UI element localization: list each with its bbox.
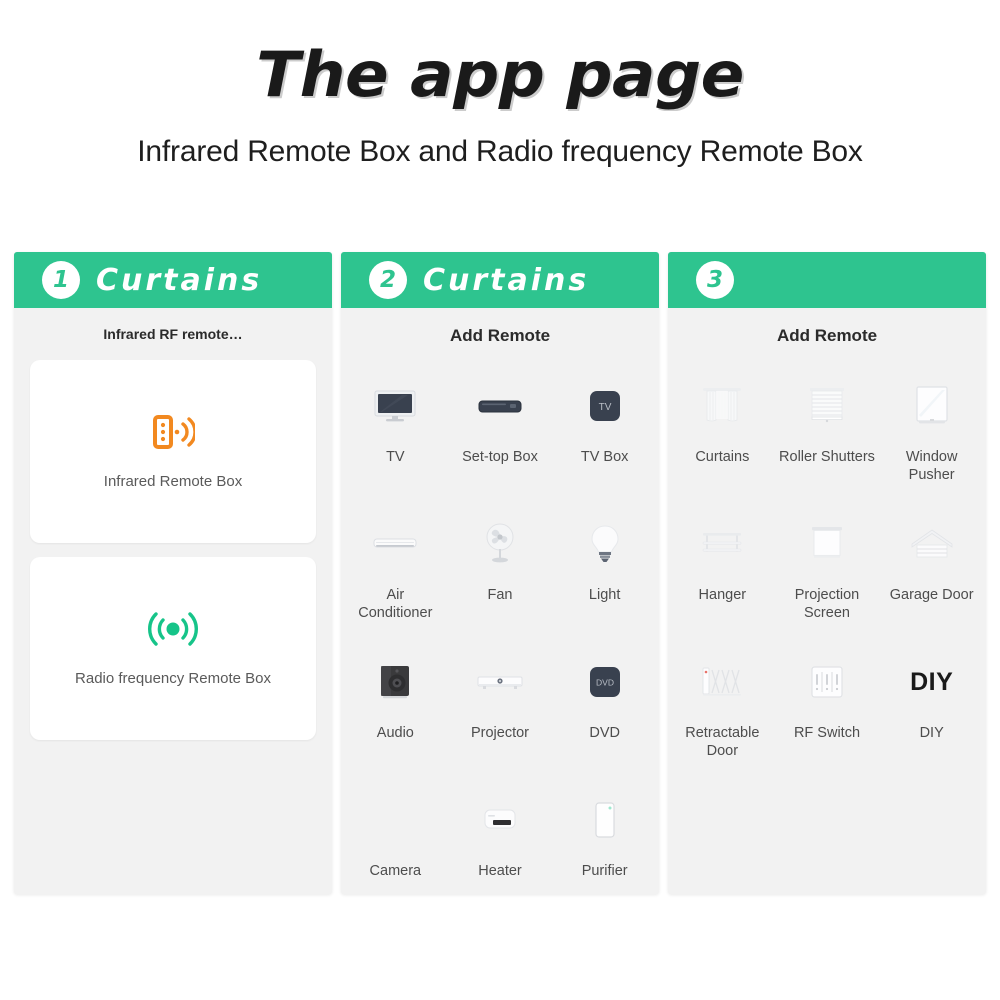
tv-box-icon: TV	[588, 378, 622, 434]
panel-3-heading: Add Remote	[776, 326, 878, 345]
device-cell-tv-box[interactable]: TV TV Box	[552, 360, 657, 498]
audio-speaker-icon	[378, 654, 412, 710]
device-label-projection-screen: Projection Screen	[794, 587, 860, 622]
device-label-rf-switch: RF Switch	[793, 725, 861, 741]
device-cell-audio[interactable]: Audio	[343, 636, 448, 774]
svg-text:TV: TV	[598, 402, 611, 413]
window-pusher-icon	[914, 378, 950, 434]
light-bulb-icon	[589, 516, 621, 572]
device-label-fan: Fan	[487, 587, 513, 603]
panel-2-banner-label: Curtains	[423, 262, 590, 298]
dvd-icon: DVD	[588, 654, 622, 710]
infrared-remote-box-card[interactable]: Infrared Remote Box	[30, 360, 316, 543]
device-cell-light[interactable]: Light	[552, 498, 657, 636]
radio-frequency-icon	[147, 610, 199, 648]
device-label-retractable-door: Retractable Door	[685, 725, 760, 760]
device-label-set-top-box: Set-top Box	[462, 449, 538, 465]
device-cell-diy[interactable]: DIY DIY	[879, 636, 984, 774]
diy-icon: DIY	[910, 654, 953, 710]
device-cell-projector[interactable]: Projector	[448, 636, 553, 774]
panel-3-step-number: 3	[696, 261, 734, 299]
device-cell-camera[interactable]: Camera	[343, 774, 448, 894]
panel-2: 2 Curtains Add Remote TV Set-top Box TV …	[341, 252, 659, 894]
device-label-tv-box: TV Box	[580, 449, 629, 465]
infrared-remote-box-label: Infrared Remote Box	[103, 473, 243, 490]
panel-2-banner: 2 Curtains	[341, 252, 659, 308]
air-conditioner-icon	[371, 516, 419, 572]
device-label-heater: Heater	[478, 863, 522, 879]
set-top-box-icon	[476, 378, 524, 434]
projector-icon	[475, 654, 525, 710]
panel-1-card-list: Infrared Remote Box Radio frequency Remo…	[14, 352, 332, 894]
device-label-curtains: Curtains	[695, 449, 750, 465]
device-cell-roller-shutters[interactable]: Roller Shutters	[775, 360, 880, 498]
device-cell-air-conditioner[interactable]: Air Conditioner	[343, 498, 448, 636]
panel-1-banner: 1 Curtains	[14, 252, 332, 308]
device-label-purifier: Purifier	[581, 863, 628, 879]
rf-switch-icon	[810, 654, 844, 710]
page-title: The app page	[256, 38, 744, 111]
device-cell-curtains[interactable]: Curtains	[670, 360, 775, 498]
panel-3-device-grid: Curtains Roller Shutters Window Pusher H…	[668, 356, 986, 894]
panel-2-step-number: 2	[369, 261, 407, 299]
device-cell-purifier[interactable]: Purifier	[552, 774, 657, 894]
panel-1-step-number: 1	[42, 261, 80, 299]
device-cell-hanger[interactable]: Hanger	[670, 498, 775, 636]
device-label-audio: Audio	[376, 725, 414, 741]
device-cell-garage-door[interactable]: Garage Door	[879, 498, 984, 636]
device-label-diy: DIY	[919, 725, 944, 741]
device-cell-dvd[interactable]: DVD DVD	[552, 636, 657, 774]
infrared-remote-icon	[151, 413, 195, 451]
device-label-dvd: DVD	[589, 725, 620, 741]
radio-frequency-remote-box-label: Radio frequency Remote Box	[75, 670, 271, 687]
device-label-camera: Camera	[369, 863, 422, 879]
heater-icon	[483, 792, 517, 848]
device-cell-retractable-door[interactable]: Retractable Door	[670, 636, 775, 774]
screenshot-panels: 1 Curtains Infrared RF remote… Infrared …	[14, 252, 986, 894]
panel-1-heading: Infrared RF remote…	[103, 326, 243, 342]
device-label-window-pusher: Window Pusher	[905, 449, 958, 484]
device-cell-heater[interactable]: Heater	[448, 774, 553, 894]
diy-icon-text: DIY	[910, 667, 954, 696]
panel-2-device-grid: TV Set-top Box TV TV Box Air Conditioner…	[341, 356, 659, 894]
fan-icon	[481, 516, 519, 572]
panel-1-banner-label: Curtains	[96, 262, 263, 298]
device-cell-fan[interactable]: Fan	[448, 498, 553, 636]
device-label-roller-shutters: Roller Shutters	[779, 449, 875, 465]
device-cell-projection-screen[interactable]: Projection Screen	[775, 498, 880, 636]
hanger-icon	[699, 516, 745, 572]
device-cell-tv[interactable]: TV	[343, 360, 448, 498]
panel-2-heading: Add Remote	[449, 326, 551, 345]
device-label-projector: Projector	[470, 725, 529, 741]
radio-frequency-remote-box-card[interactable]: Radio frequency Remote Box	[30, 557, 316, 740]
purifier-icon	[592, 792, 618, 848]
device-label-tv: TV	[386, 449, 405, 465]
device-cell-rf-switch[interactable]: RF Switch	[775, 636, 880, 774]
device-cell-set-top-box[interactable]: Set-top Box	[448, 360, 553, 498]
curtains-icon	[701, 378, 743, 434]
svg-text:DVD: DVD	[596, 678, 614, 688]
panel-3: 3 Add Remote Curtains Roller Shutters Wi…	[668, 252, 986, 894]
panel-3-banner: 3	[668, 252, 986, 308]
retractable-door-icon	[699, 654, 745, 710]
projection-screen-icon	[810, 516, 844, 572]
panel-1: 1 Curtains Infrared RF remote… Infrared …	[14, 252, 332, 894]
tv-icon	[372, 378, 418, 434]
page-subtitle: Infrared Remote Box and Radio frequency …	[137, 135, 863, 169]
device-label-light: Light	[588, 587, 621, 603]
device-label-hanger: Hanger	[698, 587, 747, 603]
page-header: The app page Infrared Remote Box and Rad…	[0, 0, 1000, 169]
device-label-air-conditioner: Air Conditioner	[358, 587, 433, 622]
device-label-garage-door: Garage Door	[889, 587, 974, 603]
roller-shutters-icon	[808, 378, 846, 434]
garage-door-icon	[909, 516, 955, 572]
device-cell-window-pusher[interactable]: Window Pusher	[879, 360, 984, 498]
